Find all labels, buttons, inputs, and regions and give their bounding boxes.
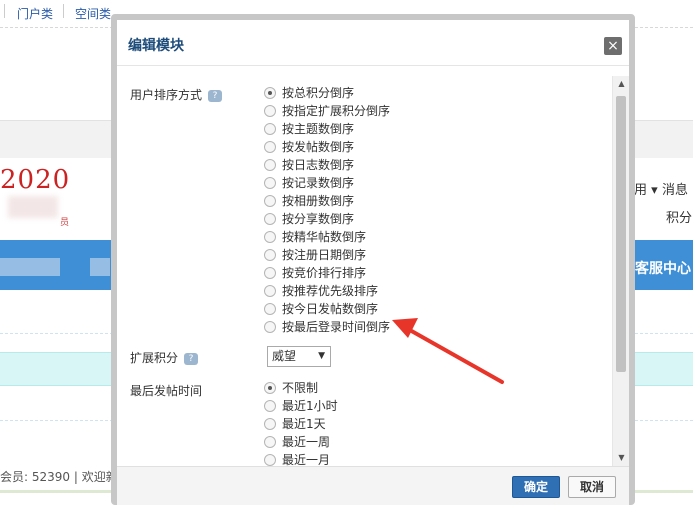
option-label: 最近一月 [282, 453, 331, 466]
select-value: 威望 [272, 349, 297, 363]
sort-option[interactable]: 按主题数倒序 [264, 120, 354, 138]
sort-option[interactable]: 按最后登录时间倒序 [264, 318, 390, 336]
edit-module-dialog: 编辑模块 × 用户排序方式? 按总积分倒序按指定扩展积分倒序 按主题数倒序 按发帖数… [111, 14, 635, 505]
option-label: 按总积分倒序 [282, 86, 355, 100]
sort-option[interactable]: 按推荐优先级排序 [264, 282, 378, 300]
chevron-down-icon: ▼ [318, 351, 325, 361]
nav-link-space[interactable]: 空间类 [75, 5, 111, 22]
label-text: 用户排序方式 [130, 88, 203, 102]
option-label: 按指定扩展积分倒序 [282, 104, 391, 118]
radio-icon[interactable] [264, 436, 276, 448]
option-label: 最近1小时 [282, 399, 338, 413]
radio-icon[interactable] [264, 285, 276, 297]
nav-label: 用 [634, 183, 648, 198]
option-label: 按发帖数倒序 [282, 140, 355, 154]
sort-option[interactable]: 按日志数倒序 [264, 156, 354, 174]
scrollbar[interactable]: ▲ ▼ [612, 76, 629, 466]
radio-icon[interactable] [264, 105, 276, 117]
radio-icon[interactable] [264, 231, 276, 243]
option-label: 最近1天 [282, 417, 326, 431]
radio-icon[interactable] [264, 195, 276, 207]
scroll-up-icon[interactable]: ▲ [613, 76, 630, 92]
blurred-nav [90, 258, 110, 276]
ext-credit-select[interactable]: 威望 ▼ [267, 346, 331, 367]
site-logo: 2020 [0, 165, 71, 195]
sort-option[interactable]: 按今日发帖数倒序 [264, 300, 378, 318]
divider [4, 4, 5, 18]
radio-icon[interactable] [264, 267, 276, 279]
close-icon[interactable]: × [604, 37, 622, 55]
nav-link-portal[interactable]: 门户类 [17, 5, 53, 22]
radio-icon[interactable] [264, 418, 276, 430]
divider [63, 4, 64, 18]
sort-option[interactable]: 按记录数倒序 [264, 174, 354, 192]
nav-item-right-1[interactable]: 用 ▾ [634, 179, 658, 198]
radio-icon[interactable] [264, 123, 276, 135]
nav-item-credits[interactable]: 积分 [666, 207, 692, 226]
option-label: 按注册日期倒序 [282, 248, 367, 262]
scrollbar-thumb[interactable] [616, 96, 626, 372]
option-label: 按日志数倒序 [282, 158, 355, 172]
help-icon[interactable]: ? [208, 89, 223, 102]
sort-option[interactable]: 按总积分倒序 [264, 84, 354, 102]
dialog-header: 编辑模块 × [117, 20, 629, 66]
radio-icon[interactable] [264, 159, 276, 171]
sort-option[interactable]: 按发帖数倒序 [264, 138, 354, 156]
nav-item-messages[interactable]: 消息 [662, 179, 688, 198]
sort-option[interactable]: 按相册数倒序 [264, 192, 354, 210]
logo-subtitle: 员 [60, 218, 70, 228]
option-label: 最近一周 [282, 435, 331, 449]
last-post-option[interactable]: 不限制 [264, 379, 318, 397]
radio-icon[interactable] [264, 454, 276, 466]
sort-option[interactable]: 按分享数倒序 [264, 210, 354, 228]
option-label: 不限制 [282, 381, 319, 395]
radio-icon[interactable] [264, 303, 276, 315]
option-label: 按最后登录时间倒序 [282, 320, 391, 334]
confirm-button[interactable]: 确定 [512, 476, 560, 498]
option-label: 按记录数倒序 [282, 176, 355, 190]
option-label: 按分享数倒序 [282, 212, 355, 226]
blurred-nav [0, 258, 60, 276]
logo-blurred-part [8, 196, 58, 218]
last-post-time-label: 最后发帖时间 [130, 384, 203, 398]
option-label: 按竞价排行排序 [282, 266, 367, 280]
option-label: 按今日发帖数倒序 [282, 302, 379, 316]
sort-option[interactable]: 按注册日期倒序 [264, 246, 366, 264]
help-icon[interactable]: ? [184, 352, 199, 365]
radio-checked-icon[interactable] [264, 382, 276, 394]
ext-credit-label: 扩展积分? [130, 349, 199, 366]
sort-option[interactable]: 按竞价排行排序 [264, 264, 366, 282]
radio-checked-icon[interactable] [264, 87, 276, 99]
last-post-option[interactable]: 最近一月 [264, 451, 330, 466]
dialog-footer: 确定 取消 [117, 466, 629, 505]
option-label: 按相册数倒序 [282, 194, 355, 208]
customer-service-link[interactable]: 客服中心 [635, 258, 691, 278]
cancel-button[interactable]: 取消 [568, 476, 616, 498]
radio-icon[interactable] [264, 321, 276, 333]
sort-option[interactable]: 按指定扩展积分倒序 [264, 102, 390, 120]
label-text: 扩展积分 [130, 351, 179, 365]
scroll-down-icon[interactable]: ▼ [613, 450, 630, 466]
last-post-option[interactable]: 最近1小时 [264, 397, 338, 415]
last-post-option[interactable]: 最近一周 [264, 433, 330, 451]
last-post-option[interactable]: 最近1天 [264, 415, 326, 433]
option-label: 按精华帖数倒序 [282, 230, 367, 244]
sort-option[interactable]: 按精华帖数倒序 [264, 228, 366, 246]
option-label: 按主题数倒序 [282, 122, 355, 136]
radio-icon[interactable] [264, 213, 276, 225]
option-label: 按推荐优先级排序 [282, 284, 379, 298]
dialog-body: 用户排序方式? 按总积分倒序按指定扩展积分倒序 按主题数倒序 按发帖数倒序 按日志数倒… [117, 76, 629, 466]
sort-method-label: 用户排序方式? [130, 86, 223, 103]
radio-icon[interactable] [264, 400, 276, 412]
radio-icon[interactable] [264, 177, 276, 189]
radio-icon[interactable] [264, 141, 276, 153]
dialog-title: 编辑模块 [128, 38, 184, 54]
radio-icon[interactable] [264, 249, 276, 261]
